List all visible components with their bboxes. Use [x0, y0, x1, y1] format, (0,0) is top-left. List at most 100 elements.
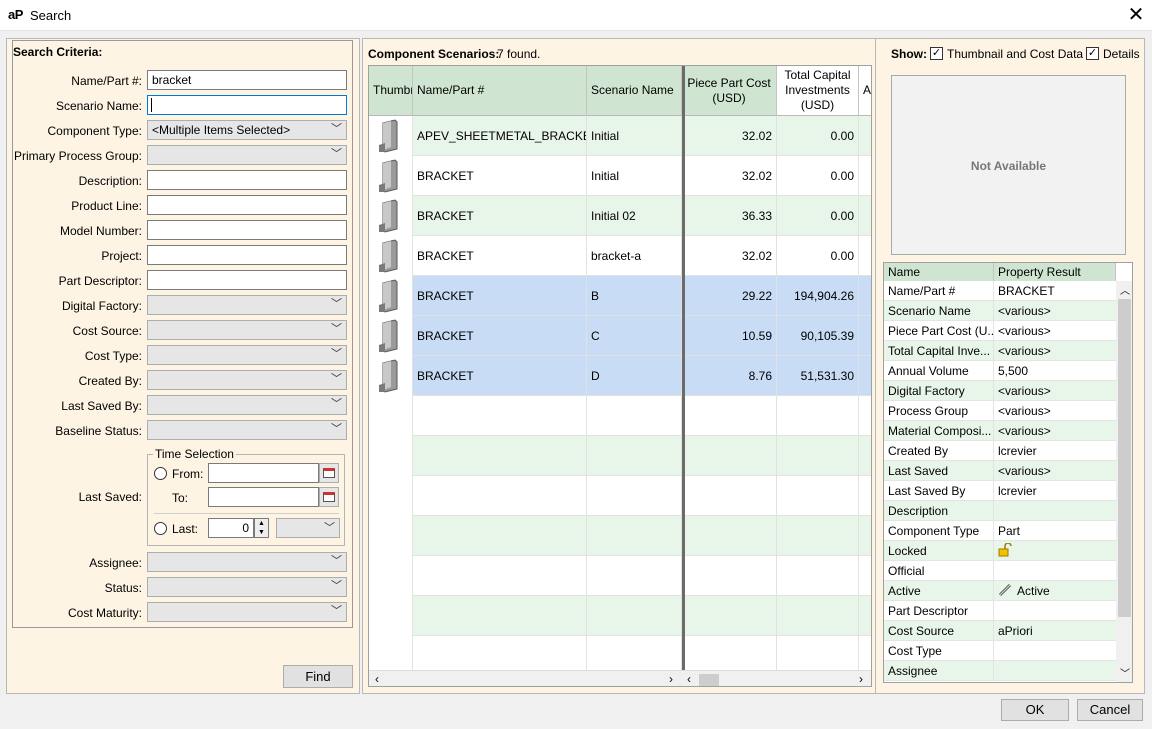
table-row[interactable]: BRACKET B 29.22 194,904.26: [369, 276, 871, 316]
criteria-text-input[interactable]: [147, 170, 347, 190]
property-value: [994, 661, 1116, 681]
from-date-field[interactable]: [208, 463, 319, 483]
from-calendar-button[interactable]: [319, 463, 339, 483]
table-cell: 51,531.30: [777, 356, 859, 396]
table-cell: bracket-a: [587, 236, 682, 276]
criteria-select[interactable]: ﹀: [147, 370, 347, 390]
chevron-down-icon: ﹀: [331, 580, 342, 592]
criteria-text-input[interactable]: [147, 195, 347, 215]
last-saved-label: Last Saved:: [78, 490, 142, 504]
props-header-value[interactable]: Property Result: [994, 263, 1116, 281]
to-calendar-button[interactable]: [319, 487, 339, 507]
scroll-down-icon[interactable]: ﹀: [1120, 665, 1130, 680]
details-checkbox[interactable]: ✓: [1086, 47, 1099, 60]
property-name: Cost Type: [884, 641, 994, 661]
table-cell: [859, 516, 871, 556]
props-header-name[interactable]: Name: [884, 263, 994, 281]
property-row[interactable]: Created By lcrevier: [884, 441, 1116, 461]
criteria-text-input[interactable]: [147, 270, 347, 290]
close-icon[interactable]: ✕: [1124, 2, 1148, 28]
criteria-select[interactable]: ﹀: [147, 145, 347, 165]
scroll-up-icon[interactable]: ︿: [1120, 282, 1130, 297]
criteria-select[interactable]: ﹀: [147, 295, 347, 315]
chevron-down-icon: ﹀: [331, 348, 342, 360]
scroll-left-icon[interactable]: ‹: [687, 672, 691, 686]
property-row[interactable]: Piece Part Cost (U... <various>: [884, 321, 1116, 341]
last-radio[interactable]: [154, 522, 167, 535]
criteria-select[interactable]: ﹀: [147, 420, 347, 440]
property-row[interactable]: Process Group <various>: [884, 401, 1116, 421]
property-row[interactable]: Part Descriptor: [884, 601, 1116, 621]
column-header[interactable]: Scenario Name: [587, 66, 682, 116]
property-row[interactable]: Last Saved <various>: [884, 461, 1116, 481]
preview-placeholder: Not Available: [970, 159, 1047, 173]
link-icon: [998, 583, 1012, 598]
criteria-text-input[interactable]: [147, 245, 347, 265]
column-header[interactable]: Name/Part #: [413, 66, 587, 116]
property-row[interactable]: Active Active: [884, 581, 1116, 601]
property-row[interactable]: Assignee: [884, 661, 1116, 681]
property-row[interactable]: Name/Part # BRACKET: [884, 281, 1116, 301]
scroll-right-icon[interactable]: ›: [859, 672, 863, 686]
criteria-select[interactable]: ﹀: [147, 602, 347, 622]
app-logo: aP: [8, 7, 23, 22]
find-button[interactable]: Find: [283, 665, 353, 688]
to-date-field[interactable]: [208, 487, 319, 507]
thumbnail-checkbox-label: Thumbnail and Cost Data: [947, 47, 1084, 61]
property-row[interactable]: Total Capital Inve... <various>: [884, 341, 1116, 361]
property-row[interactable]: Component Type Part: [884, 521, 1116, 541]
table-row[interactable]: BRACKET bracket-a 32.02 0.00: [369, 236, 871, 276]
last-value-spinner[interactable]: 0: [208, 518, 254, 538]
property-row[interactable]: Cost Source aPriori: [884, 621, 1116, 641]
criteria-select[interactable]: ﹀: [147, 577, 347, 597]
property-row[interactable]: Cost Type: [884, 641, 1116, 661]
property-row[interactable]: Description: [884, 501, 1116, 521]
criteria-select[interactable]: <Multiple Items Selected> ﹀: [147, 120, 347, 140]
table-cell: 29.22: [682, 276, 777, 316]
criteria-select[interactable]: ﹀: [147, 320, 347, 340]
property-row[interactable]: Locked: [884, 541, 1116, 561]
table-row[interactable]: BRACKET Initial 02 36.33 0.00: [369, 196, 871, 236]
spinner-arrows-icon[interactable]: ▲ ▼: [254, 518, 269, 538]
scroll-right-icon[interactable]: ›: [669, 672, 673, 686]
column-header[interactable]: Thumbnail: [369, 66, 413, 116]
scroll-thumb[interactable]: [1118, 299, 1131, 617]
scroll-left-icon[interactable]: ‹: [375, 672, 379, 686]
from-radio[interactable]: [154, 467, 167, 480]
scroll-thumb[interactable]: [699, 674, 719, 686]
property-row[interactable]: Last Saved By lcrevier: [884, 481, 1116, 501]
criteria-select[interactable]: ﹀: [147, 552, 347, 572]
column-header[interactable]: Total Capital Investments (USD): [777, 66, 859, 116]
last-unit-select[interactable]: ﹀: [276, 518, 340, 538]
property-name: Last Saved By: [884, 481, 994, 501]
property-row[interactable]: Digital Factory <various>: [884, 381, 1116, 401]
cancel-button[interactable]: Cancel: [1077, 699, 1143, 721]
criteria-text-input[interactable]: [147, 95, 347, 115]
criteria-text-input[interactable]: [147, 220, 347, 240]
property-value-text: <various>: [998, 424, 1051, 438]
chevron-down-icon: ﹀: [331, 148, 342, 160]
part-thumbnail: [377, 159, 403, 193]
thumbnail-checkbox[interactable]: ✓: [930, 47, 943, 60]
criteria-select[interactable]: ﹀: [147, 345, 347, 365]
property-row[interactable]: Annual Volume 5,500: [884, 361, 1116, 381]
criteria-text-input[interactable]: bracket: [147, 70, 347, 90]
table-row[interactable]: APEV_SHEETMETAL_BRACKET Initial 32.02 0.00: [369, 116, 871, 156]
property-row[interactable]: Material Composi... <various>: [884, 421, 1116, 441]
column-header[interactable]: Piece Part Cost (USD): [682, 66, 777, 116]
ok-button[interactable]: OK: [1001, 699, 1069, 721]
column-header[interactable]: A: [859, 66, 871, 116]
table-cell: C: [587, 316, 682, 356]
horizontal-scrollbar[interactable]: ‹ › ‹ ›: [369, 670, 871, 686]
table-row[interactable]: BRACKET C 10.59 90,105.39: [369, 316, 871, 356]
table-cell: [682, 476, 777, 516]
table-row[interactable]: BRACKET Initial 32.02 0.00: [369, 156, 871, 196]
property-row[interactable]: Official: [884, 561, 1116, 581]
criteria-select[interactable]: ﹀: [147, 395, 347, 415]
table-row[interactable]: BRACKET D 8.76 51,531.30: [369, 356, 871, 396]
property-name: Official: [884, 561, 994, 581]
frozen-column-splitter[interactable]: [682, 66, 685, 672]
property-row[interactable]: Scenario Name <various>: [884, 301, 1116, 321]
property-value-text: <various>: [998, 464, 1051, 478]
property-value-text: Part: [998, 524, 1021, 538]
